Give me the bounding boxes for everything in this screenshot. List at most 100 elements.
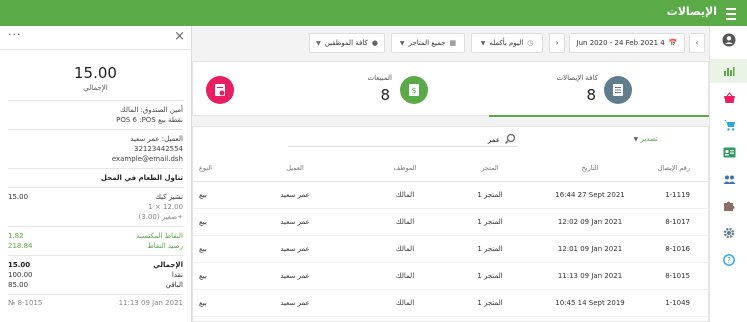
points-earned-value: 1.82	[8, 232, 24, 240]
receipt-employee: المالك	[370, 262, 440, 290]
receipt-id: 1-1119	[640, 181, 710, 209]
person-icon: ●	[371, 39, 378, 47]
export-button[interactable]: تصدير ▼	[634, 135, 658, 143]
sidebar-item-sales[interactable]	[710, 86, 747, 110]
column-header[interactable]: العميل	[220, 155, 370, 182]
column-header[interactable]: رقم الإيصال	[640, 155, 710, 182]
date-range-picker[interactable]: 📅 Jun 2020 - 24 Feb 2021 4	[569, 33, 685, 53]
item-modifier: +صغير (3.00)	[138, 213, 183, 221]
customer-text: العميل: عمر سعيد	[130, 135, 183, 143]
points-earned-row: النقاط المكتسبة 1.82	[0, 227, 191, 241]
receipt-employee: المالك	[370, 208, 440, 236]
card-sales[interactable]: $ المبيعات 8	[298, 62, 488, 117]
cash-row: نقدا 100.00	[0, 270, 191, 280]
card-title: كافة الإيصالات	[556, 74, 598, 82]
table-row[interactable]: 1-1049 10:45 14 Sept 2019 المتجر 1 المال…	[193, 289, 710, 317]
table-row[interactable]: 8-1016 12:01 09 Jan 2021 المتجر 1 المالك…	[193, 235, 710, 263]
column-header[interactable]: النوع	[193, 155, 220, 182]
column-header[interactable]: المتجر	[440, 155, 540, 182]
sidebar-item-help[interactable]: ?	[710, 248, 747, 272]
refund-receipt-icon	[206, 76, 234, 104]
top-bar: الإيصالات	[0, 0, 747, 26]
customer-email: example@email.dsh	[111, 155, 183, 163]
users-icon	[723, 175, 735, 184]
receipt-id: 1-1049	[640, 289, 710, 317]
caret-down-icon: ▼	[316, 39, 321, 47]
search-icon[interactable]	[504, 133, 516, 145]
time-filter-label: اليوم بأكمله	[489, 39, 524, 47]
total-row: الإجمالي 15.00	[0, 256, 191, 270]
receipt-total-value: 15.00	[74, 64, 117, 82]
bar-chart-icon	[724, 67, 735, 76]
cart-icon	[723, 120, 735, 131]
pos-text: نقطة بيع POS 6 :POS	[116, 116, 183, 124]
caret-down-icon: ▼	[633, 136, 639, 143]
change-label: الباقي	[165, 281, 183, 289]
id-card-icon	[723, 147, 735, 157]
receipt-customer-block: العميل: عمر سعيد 32123442554 example@ema…	[0, 130, 191, 168]
receipt-customer: عمر سعيد	[220, 235, 370, 263]
change-row: الباقي 85.00	[0, 280, 191, 290]
employee-filter-dropdown[interactable]: ● كافة الموظفين ▼	[309, 33, 385, 53]
receipt-employee: المالك	[370, 289, 440, 317]
receipt-store: المتجر 1	[440, 235, 540, 263]
sidebar-item-integrations[interactable]	[710, 194, 747, 218]
next-period-button[interactable]: ›	[689, 33, 705, 53]
line-item: تشيز كيك 15.00	[0, 188, 191, 202]
total-row-value: 15.00	[8, 261, 31, 269]
table-row[interactable]: 8-1015 11:13 09 Jan 2021 المتجر 1 المالك…	[193, 262, 710, 290]
table-row[interactable]: 1-1119 16:44 27 Sept 2021 المتجر 1 المال…	[193, 181, 710, 209]
receipt-date: 10:45 14 Sept 2019	[540, 289, 640, 317]
date-range-label: Jun 2020 - 24 Feb 2021 4	[576, 39, 665, 47]
card-value: 8	[586, 86, 596, 104]
sidebar-item-settings[interactable]	[710, 221, 747, 245]
sidebar: ?	[709, 26, 747, 322]
card-all-receipts[interactable]: كافة الإيصالات 8	[488, 62, 708, 117]
filter-toolbar: › 📅 Jun 2020 - 24 Feb 2021 4 ‹ ◷ اليوم ب…	[192, 33, 709, 55]
points-balance-row: رصيد النقاط 218.84	[0, 241, 191, 251]
points-balance-label: رصيد النقاط	[147, 242, 183, 250]
receipt-id: 8-1017	[640, 208, 710, 236]
table-row[interactable]: 8-1017 12:02 09 Jan 2021 المتجر 1 المالك…	[193, 208, 710, 236]
chevron-right-icon: ›	[695, 39, 699, 47]
sidebar-item-items[interactable]	[710, 113, 747, 137]
column-header[interactable]: الموظف	[370, 155, 440, 182]
clock-icon: ◷	[527, 39, 534, 47]
prev-period-button[interactable]: ‹	[549, 33, 565, 53]
caret-down-icon: ▼	[480, 39, 486, 47]
search-input[interactable]	[300, 134, 500, 146]
card-title: المبيعات	[367, 74, 392, 82]
store-filter-dropdown[interactable]: ▦ جميع المتاجر ▼	[391, 33, 465, 53]
receipt-type: بيع	[193, 208, 220, 236]
chevron-left-icon: ‹	[555, 39, 559, 47]
receipt-store: المتجر 1	[440, 181, 540, 209]
account-icon	[722, 33, 736, 47]
sidebar-item-reports[interactable]	[710, 59, 747, 83]
sidebar-item-account[interactable]	[710, 28, 747, 52]
cashier-text: أمين الصندوق: المالك	[120, 106, 183, 114]
receipts-table: رقم الإيصال التاريخ المتجر الموظف العميل…	[193, 155, 710, 317]
receipt-panel-header: × ···	[0, 26, 191, 50]
menu-icon[interactable]	[723, 5, 739, 21]
item-qty: 1 × 12.00	[148, 203, 183, 211]
puzzle-icon	[724, 201, 735, 211]
receipt-footer-number: № 8-1015	[8, 299, 43, 307]
time-filter-dropdown[interactable]: ◷ اليوم بأكمله ▼	[471, 33, 543, 53]
card-value: 8	[380, 86, 390, 104]
table-header-row: رقم الإيصال التاريخ المتجر الموظف العميل…	[193, 155, 710, 182]
store-filter-label: جميع المتاجر	[408, 39, 446, 47]
column-header[interactable]: التاريخ	[540, 155, 640, 182]
help-icon: ?	[723, 254, 735, 266]
more-options-icon[interactable]: ···	[8, 28, 22, 41]
card-refunds[interactable]	[191, 62, 298, 117]
points-balance-value: 218.84	[8, 242, 33, 250]
sidebar-item-customers[interactable]	[710, 167, 747, 191]
receipt-store: المتجر 1	[440, 208, 540, 236]
receipt-date: 16:44 27 Sept 2021	[540, 181, 640, 209]
receipt-id: 8-1016	[640, 235, 710, 263]
receipt-date: 12:01 09 Jan 2021	[540, 235, 640, 263]
close-icon[interactable]: ×	[174, 29, 185, 44]
sidebar-item-employees[interactable]	[710, 140, 747, 164]
search-box	[288, 133, 518, 147]
item-qty-row: 1 × 12.00	[0, 202, 191, 212]
